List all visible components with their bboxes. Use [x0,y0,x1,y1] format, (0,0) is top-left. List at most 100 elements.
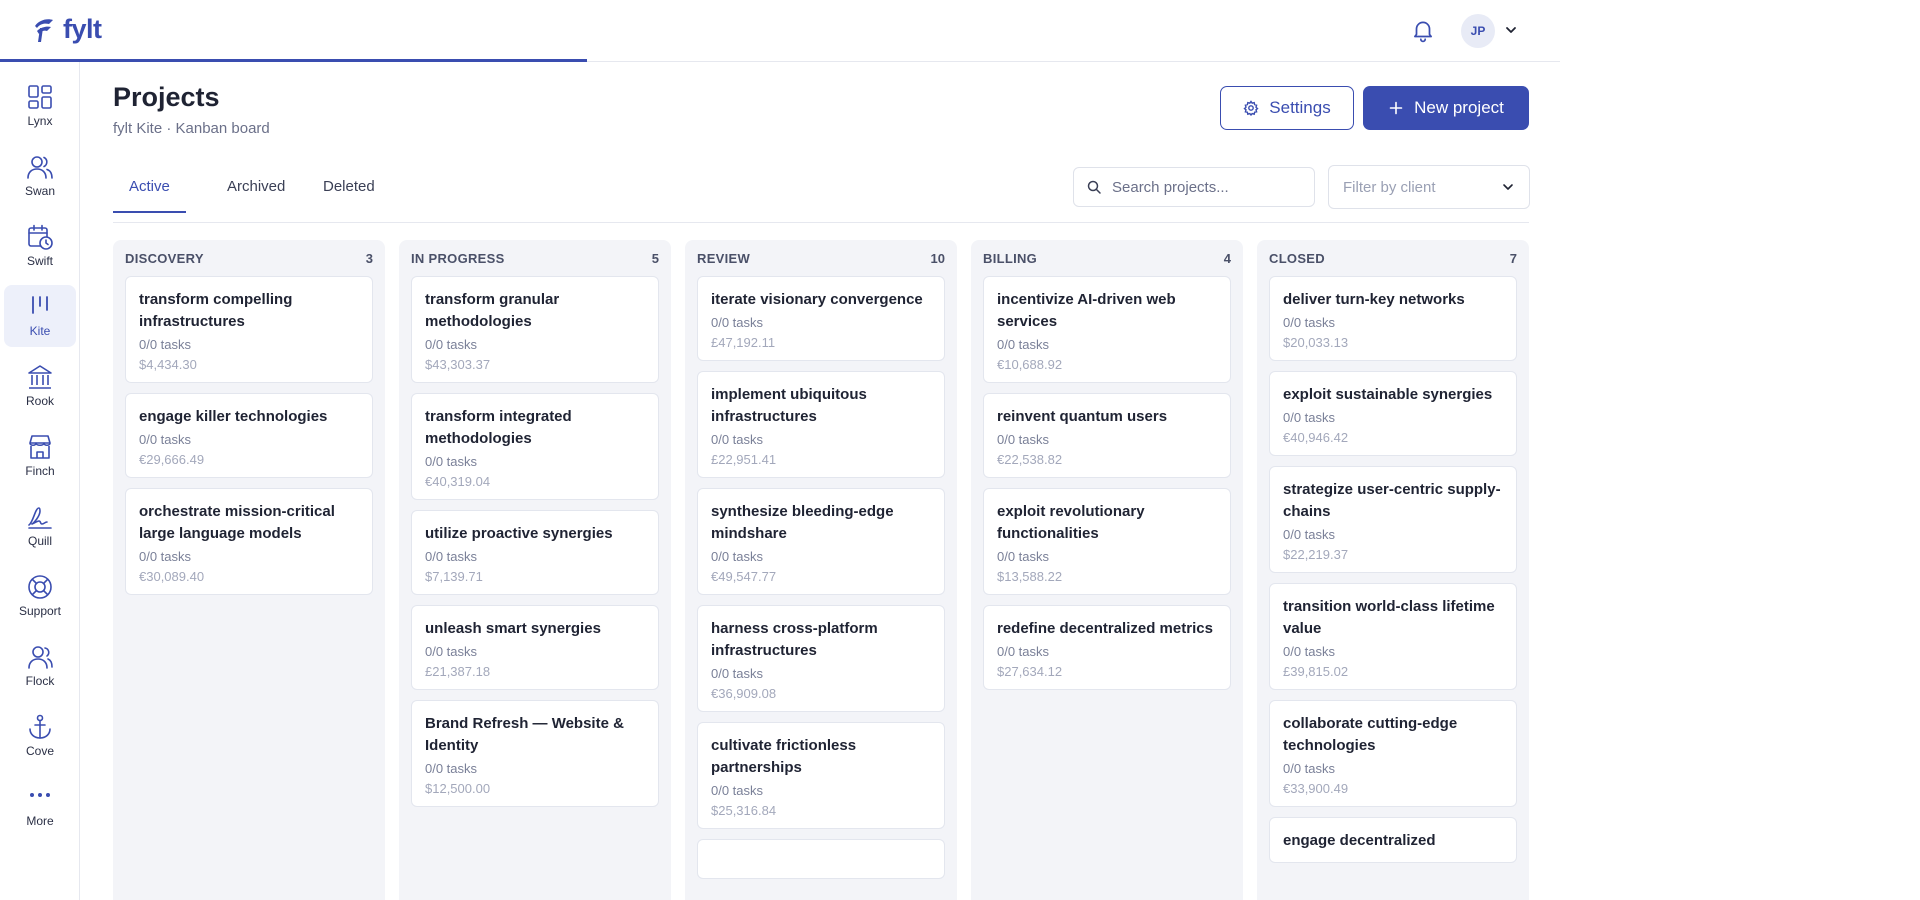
project-card-tasks: 0/0 tasks [425,549,478,564]
project-card-tasks: 0/0 tasks [711,315,764,330]
project-card-title: exploit revolutionary functionalities [997,503,1145,542]
column-title: IN PROGRESS [411,250,505,266]
project-card-amount: $13,588.22 [997,569,1063,584]
sidebar-item-support[interactable]: Support [4,565,76,627]
project-card[interactable]: orchestrate mission-critical large langu… [125,488,373,595]
project-card-title: strategize user-centric supply-chains [1283,481,1501,520]
project-card-title: engage killer technologies [139,408,328,425]
column-review: REVIEW 10 iterate visionary convergence 0… [685,240,957,900]
project-card[interactable]: deliver turn-key networks 0/0 tasks $20,03… [1269,276,1517,361]
search-box [1073,167,1315,207]
search-icon [1087,180,1101,194]
sidebar-item-more[interactable]: More [4,775,76,837]
project-card[interactable]: harness cross-platform infrastructures 0/… [697,605,945,712]
project-card-tasks: 0/0 tasks [997,337,1050,352]
client-filter-select[interactable]: Filter by client [1328,165,1530,209]
project-card[interactable]: transition world-class lifetime value 0/0… [1269,583,1517,690]
project-card[interactable]: collaborate cutting-edge technologies 0/0… [1269,700,1517,807]
project-card[interactable]: engage decentralized [1269,817,1517,863]
project-card-amount: $12,500.00 [425,781,491,796]
project-card[interactable]: implement ubiquitous infrastructures 0/0 … [697,371,945,478]
project-card[interactable]: transform granular methodologies 0/0 task… [411,276,659,383]
project-card-amount: £22,951.41 [711,452,777,467]
settings-button-label: Settings [1269,98,1331,117]
user-avatar[interactable]: JP [1461,14,1495,48]
project-card-amount: $22,219.37 [1283,547,1349,562]
sidebar-item-label: Rook [25,394,54,408]
column-header: BILLING 4 [971,240,1243,276]
project-card[interactable]: redefine decentralized metrics 0/0 tasks $… [983,605,1231,690]
project-card[interactable]: transform compelling infrastructures 0/0 … [125,276,373,383]
notification-bell-icon[interactable] [1410,17,1436,43]
brand-logo[interactable]: fylt [31,14,102,45]
project-card-tasks: 0/0 tasks [425,337,478,352]
users-icon [27,156,53,179]
project-card[interactable]: exploit revolutionary functionalities 0/0… [983,488,1231,595]
project-card-title: Brand Refresh — Website & Identity [425,715,624,754]
project-card-amount: €10,688.92 [997,357,1063,372]
tab-active[interactable]: Active [113,176,186,213]
project-card-tasks: 0/0 tasks [425,454,478,469]
column-count: 7 [1509,250,1517,266]
sidebar-item-label: Swan [24,184,56,198]
project-card[interactable]: Brand Refresh — Website & Identity 0/0 ta… [411,700,659,807]
project-card-title: engage decentralized [1283,832,1436,849]
project-card-amount: $43,303.37 [425,357,491,372]
sidebar-item-cove[interactable]: Cove [4,705,76,767]
sidebar-item-swift[interactable]: Swift [4,215,76,277]
calendar-clock-icon [28,224,53,250]
project-card-tasks: 0/0 tasks [997,432,1050,447]
anchor-icon [29,714,51,739]
sidebar-item-flock[interactable]: Flock [4,635,76,697]
column-in-progress: IN PROGRESS 5 transform granular methodo… [399,240,671,900]
sidebar-item-swan[interactable]: Swan [4,145,76,207]
project-card[interactable]: engage killer technologies 0/0 tasks €29,6… [125,393,373,478]
sidebar-item-rook[interactable]: Rook [4,355,76,417]
sidebar-item-finch[interactable]: Finch [4,425,76,487]
project-card-tasks: 0/0 tasks [1283,527,1336,542]
project-card[interactable]: unleash smart synergies 0/0 tasks £21,387.… [411,605,659,690]
project-card[interactable]: incentivize AI-driven web services 0/0 ta… [983,276,1231,383]
project-card-title: unleash smart synergies [425,620,601,637]
sidebar-item-kite[interactable]: Kite [4,285,76,347]
project-card[interactable]: exploit sustainable synergies 0/0 tasks €4… [1269,371,1517,456]
project-card-tasks: 0/0 tasks [711,666,764,681]
project-card-amount: £47,192.11 [711,335,776,350]
project-card-amount: $7,139.71 [425,569,483,584]
project-card-amount: $25,316.84 [711,803,777,818]
project-card-title: collaborate cutting-edge technologies [1283,715,1458,754]
project-card-title: harness cross-platform infrastructures [711,620,878,659]
group-icon [28,646,53,669]
project-card[interactable]: reinvent quantum users 0/0 tasks €22,538.8… [983,393,1231,478]
search-input[interactable] [1112,178,1302,196]
project-card[interactable]: strategize user-centric supply-chains 0/0… [1269,466,1517,573]
tab-deleted[interactable]: Deleted [307,176,391,211]
new-project-button[interactable]: New project [1363,86,1529,130]
sidebar-item-lynx[interactable]: Lynx [4,75,76,137]
project-card[interactable]: utilize proactive synergies 0/0 tasks $7,1… [411,510,659,595]
sidebar-item-quill[interactable]: Quill [4,495,76,557]
grid-icon [28,85,52,109]
project-card-title: iterate visionary convergence [711,291,923,308]
project-tabs: Active Archived Deleted [113,163,1529,223]
project-card-amount: $27,634.12 [997,664,1063,679]
sidebar-item-label: Quill [27,534,52,548]
tab-archived[interactable]: Archived [211,176,301,211]
column-header: IN PROGRESS 5 [399,240,671,276]
settings-button[interactable]: Settings [1220,86,1354,130]
project-card[interactable]: transform integrated methodologies 0/0 ta… [411,393,659,500]
ellipsis-icon [30,793,50,797]
column-count: 4 [1223,250,1231,266]
project-card[interactable]: iterate visionary convergence 0/0 tasks £4… [697,276,945,361]
sidebar-item-label: Cove [25,744,54,758]
lifebuoy-icon [28,575,52,599]
project-card-title: implement ubiquitous infrastructures [711,386,867,425]
project-card[interactable]: synthesize bleeding-edge mindshare 0/0 ta… [697,488,945,595]
project-card[interactable] [697,839,945,879]
project-card-tasks: 0/0 tasks [425,761,478,776]
chevron-down-icon[interactable] [1503,22,1519,38]
project-card-tasks: 0/0 tasks [1283,315,1336,330]
project-card[interactable]: cultivate frictionless partnerships 0/0 t… [697,722,945,829]
project-card-tasks: 0/0 tasks [997,549,1050,564]
column-count: 10 [930,250,945,266]
